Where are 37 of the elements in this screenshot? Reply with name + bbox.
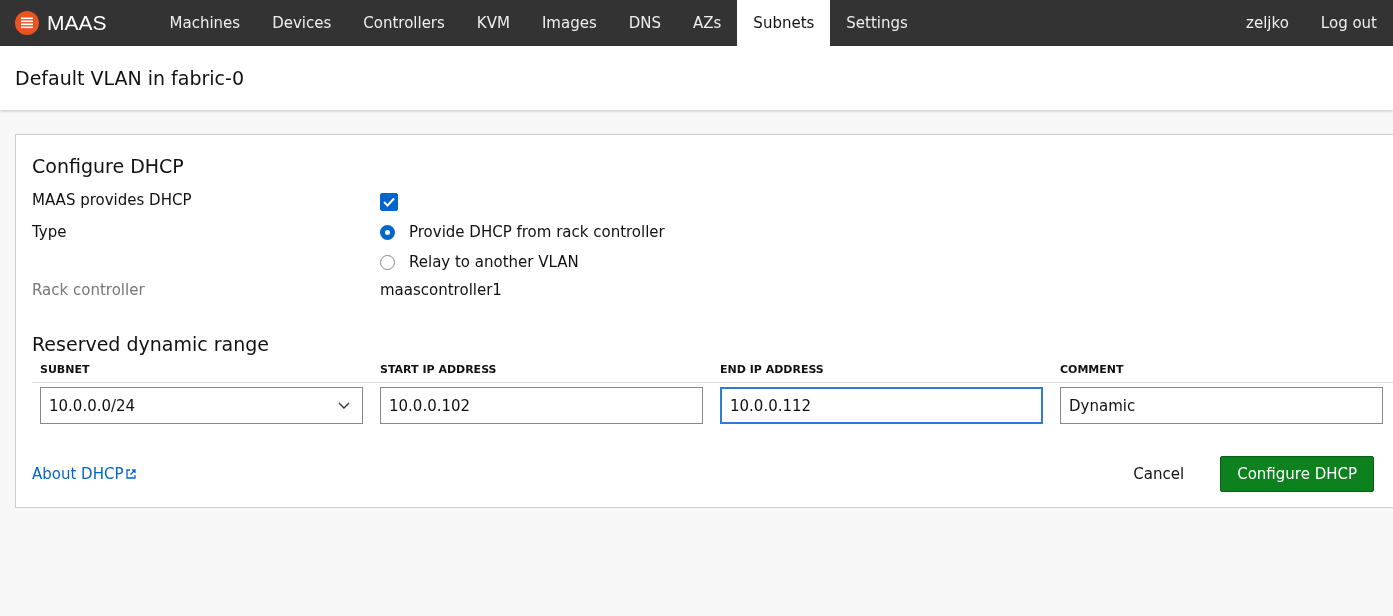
nav-tab[interactable]: Images: [525, 0, 613, 46]
subnet-dropdown[interactable]: 10.0.0.0/24: [40, 387, 363, 424]
column-header: COMMENT: [1060, 363, 1125, 376]
nav-tab[interactable]: Settings: [830, 0, 924, 46]
card-title: Configure DHCP: [32, 155, 185, 177]
brand-name[interactable]: MAAS: [47, 11, 107, 35]
nav-tab[interactable]: Controllers: [347, 0, 461, 46]
menu-logo-icon: [15, 11, 39, 35]
input-field[interactable]: 10.0.0.102: [380, 387, 703, 424]
radio-button[interactable]: [380, 224, 395, 240]
nav-tab[interactable]: AZs: [677, 0, 738, 46]
checkbox[interactable]: [380, 193, 398, 211]
configure-dhcp-button[interactable]: Configure DHCP: [1220, 456, 1374, 492]
field-label: MAAS provides DHCP: [32, 191, 193, 211]
about-dhcp-link[interactable]: About DHCP: [32, 465, 137, 483]
radio-label: Provide DHCP from rack controller: [409, 223, 665, 241]
nav-tab[interactable]: DNS: [612, 0, 677, 46]
logout-link[interactable]: Log out: [1304, 0, 1393, 46]
user-link[interactable]: zeljko: [1230, 0, 1305, 46]
column-header: START IP ADDRESS: [380, 363, 498, 376]
field-label: Rack controller: [32, 281, 146, 301]
radio-label: Relay to another VLAN: [409, 253, 579, 271]
external-link-icon: [126, 469, 137, 479]
page-title: Default VLAN in fabric-0: [15, 67, 244, 89]
section-title: Reserved dynamic range: [32, 333, 270, 355]
nav-tab[interactable]: Subnets: [737, 0, 831, 46]
chevron-down-icon: [338, 401, 350, 410]
input-field[interactable]: 10.0.0.112: [720, 387, 1043, 424]
cancel-button[interactable]: Cancel: [1117, 457, 1201, 491]
field-value: maascontroller1: [380, 281, 502, 301]
nav-tab[interactable]: Machines: [153, 0, 257, 46]
nav-tab[interactable]: KVM: [460, 0, 526, 46]
input-field[interactable]: Dynamic: [1060, 387, 1383, 424]
nav-tab[interactable]: Devices: [256, 0, 348, 46]
field-label: Type: [32, 223, 68, 243]
column-header: END IP ADDRESS: [720, 363, 825, 376]
column-header: SUBNET: [40, 363, 91, 376]
